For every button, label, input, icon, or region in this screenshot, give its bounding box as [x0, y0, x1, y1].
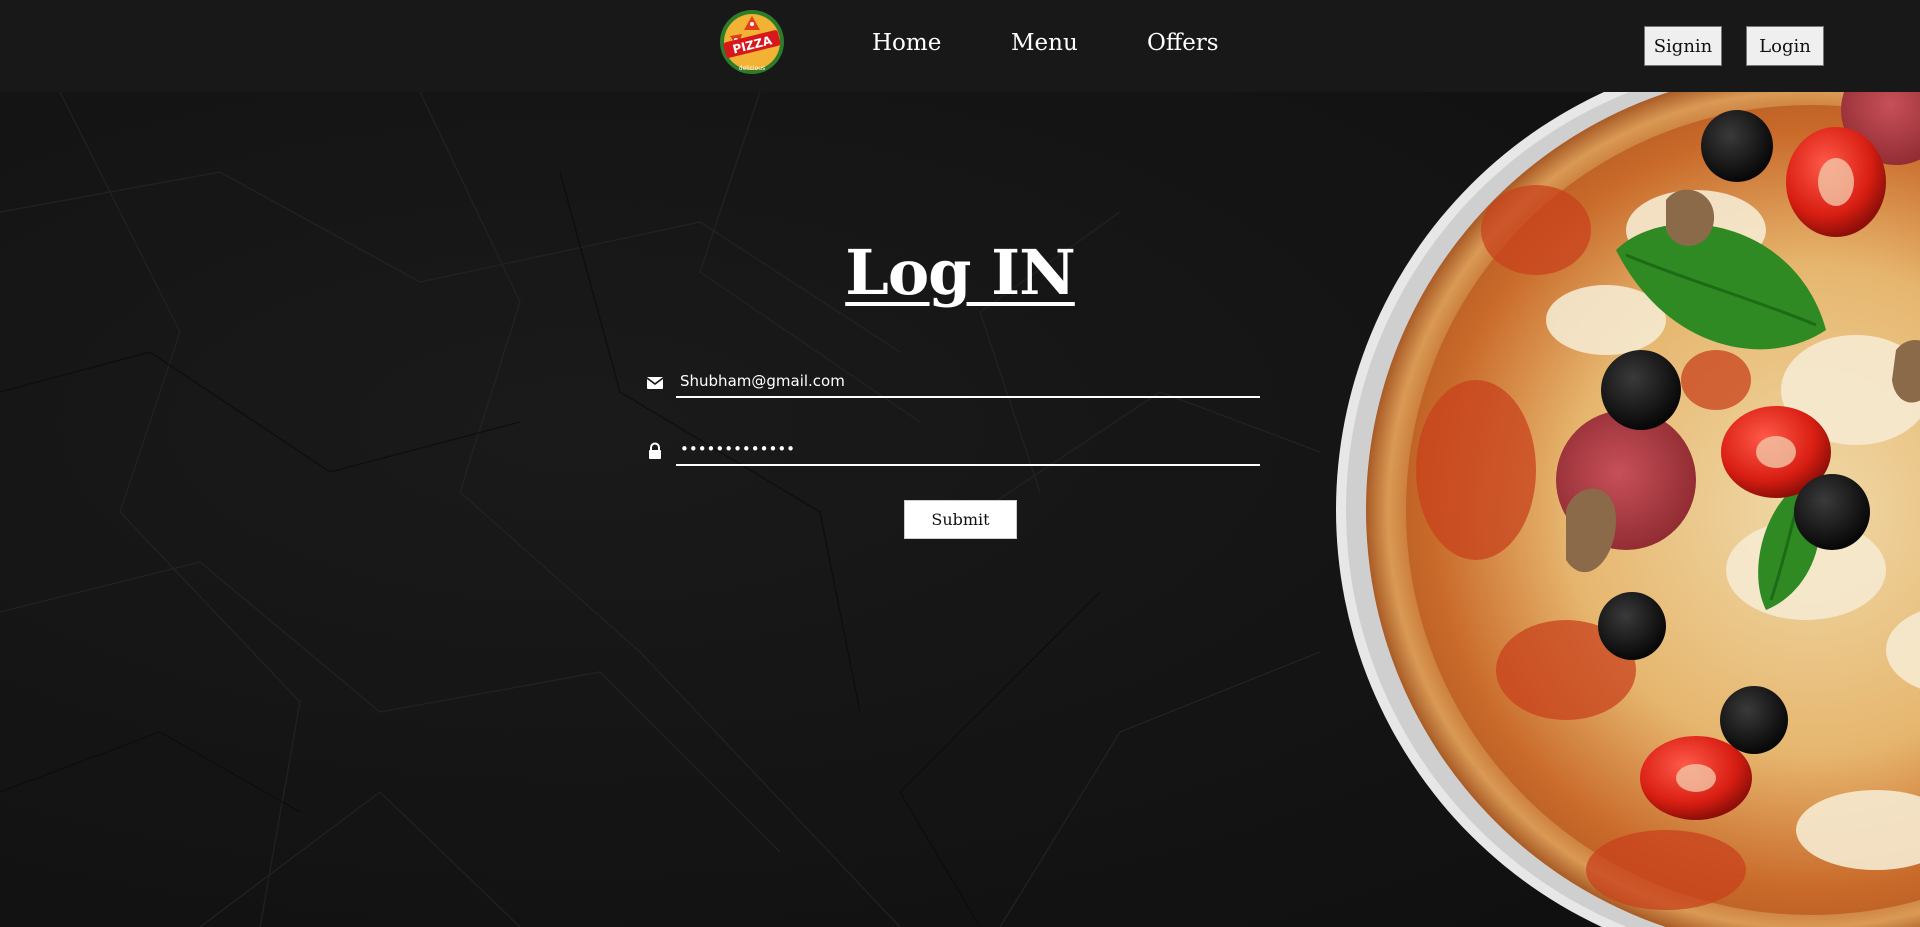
- nav-link-offers[interactable]: Offers: [1147, 30, 1219, 56]
- page-title: Log IN: [845, 236, 1076, 309]
- email-field[interactable]: [676, 366, 1260, 398]
- envelope-icon: [646, 377, 664, 389]
- password-row: [642, 434, 1260, 468]
- nav-link-menu[interactable]: Menu: [1011, 30, 1078, 56]
- navbar: PIZZA delicious Home Menu Offers Signin …: [0, 0, 1920, 92]
- nav-link-home[interactable]: Home: [872, 30, 941, 56]
- login-button[interactable]: Login: [1746, 26, 1824, 66]
- submit-button[interactable]: Submit: [904, 500, 1017, 539]
- logo-subtext: delicious: [739, 65, 765, 72]
- lock-icon: [649, 442, 661, 459]
- page: PIZZA delicious Home Menu Offers Signin …: [0, 0, 1920, 927]
- signin-button[interactable]: Signin: [1644, 26, 1722, 66]
- email-row: [642, 366, 1260, 400]
- pizza-image: [1336, 50, 1920, 927]
- password-field[interactable]: [676, 434, 1260, 466]
- pizza-logo[interactable]: PIZZA delicious: [716, 6, 788, 78]
